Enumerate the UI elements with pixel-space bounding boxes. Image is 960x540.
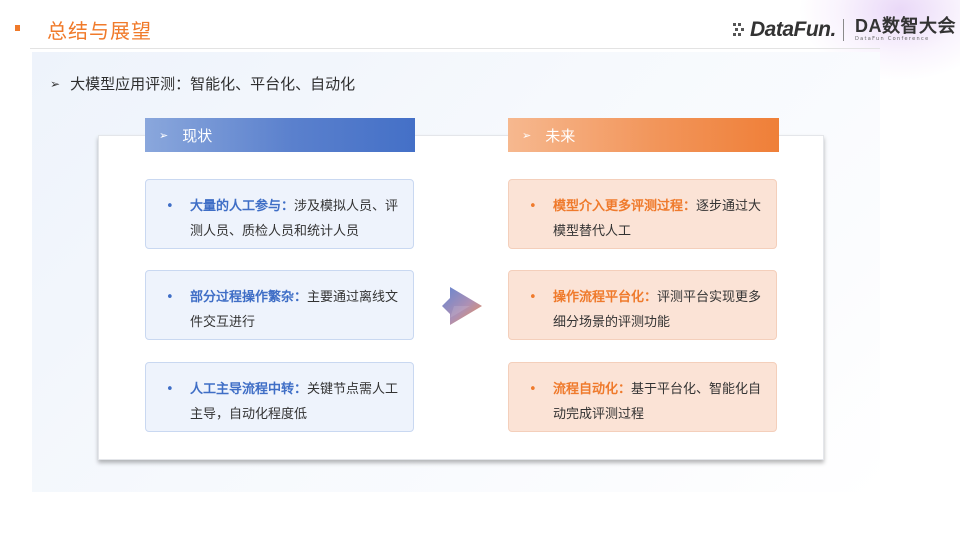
current-item-2: • 部分过程操作繁杂：主要通过离线文件交互进行 [145, 270, 414, 340]
future-header: ➢ 未来 [508, 118, 779, 152]
current-item-1: • 大量的人工参与：涉及模拟人员、评测人员、质检人员和统计人员 [145, 179, 414, 249]
bullet-dot-icon: • [166, 290, 174, 305]
datafun-dots-icon [733, 23, 747, 37]
da-logo-subtext: DataFun Conference [855, 36, 930, 42]
item-emphasis: 模型介入更多评测过程： [553, 199, 697, 214]
datafun-logo: DataFun. [733, 17, 836, 43]
da-logo-text: DA数智大会 [855, 16, 956, 36]
bullet-arrow-icon: ➢ [50, 76, 61, 91]
future-item-2: • 操作流程平台化：评测平台实现更多细分场景的评测功能 [508, 270, 777, 340]
current-state-label: 现状 [182, 126, 213, 145]
header-arrow-icon: ➢ [159, 128, 169, 142]
future-item-1: • 模型介入更多评测过程：逐步通过大模型替代人工 [508, 179, 777, 249]
item-emphasis: 大量的人工参与： [190, 199, 295, 214]
item-emphasis: 操作流程平台化： [553, 290, 658, 305]
future-label: 未来 [545, 126, 576, 145]
title-accent-square [15, 25, 20, 31]
subtitle-text: 大模型应用评测：智能化、平台化、自动化 [70, 75, 356, 93]
title-divider [30, 48, 880, 49]
right-arrow-icon [442, 287, 482, 325]
current-item-3: • 人工主导流程中转：关键节点需人工主导，自动化程度低 [145, 362, 414, 432]
bullet-dot-icon: • [529, 382, 537, 397]
future-item-3: • 流程自动化：基于平台化、智能化自动完成评测过程 [508, 362, 777, 432]
subtitle: ➢ 大模型应用评测：智能化、平台化、自动化 [50, 73, 355, 94]
item-emphasis: 人工主导流程中转： [190, 382, 308, 397]
current-state-header: ➢ 现状 [145, 118, 415, 152]
bullet-dot-icon: • [529, 199, 537, 214]
item-emphasis: 部分过程操作繁杂： [190, 290, 308, 305]
datafun-logo-text: DataFun. [750, 18, 836, 41]
page-title: 总结与展望 [47, 19, 152, 43]
logo-divider [843, 19, 844, 41]
slide: 总结与展望 DataFun. DA数智大会 DataFun Conference… [0, 0, 960, 540]
da-conference-logo: DA数智大会 DataFun Conference [855, 16, 956, 42]
bullet-dot-icon: • [166, 382, 174, 397]
item-emphasis: 流程自动化： [553, 382, 632, 397]
header-arrow-icon: ➢ [522, 128, 532, 142]
bullet-dot-icon: • [529, 290, 537, 305]
bullet-dot-icon: • [166, 199, 174, 214]
